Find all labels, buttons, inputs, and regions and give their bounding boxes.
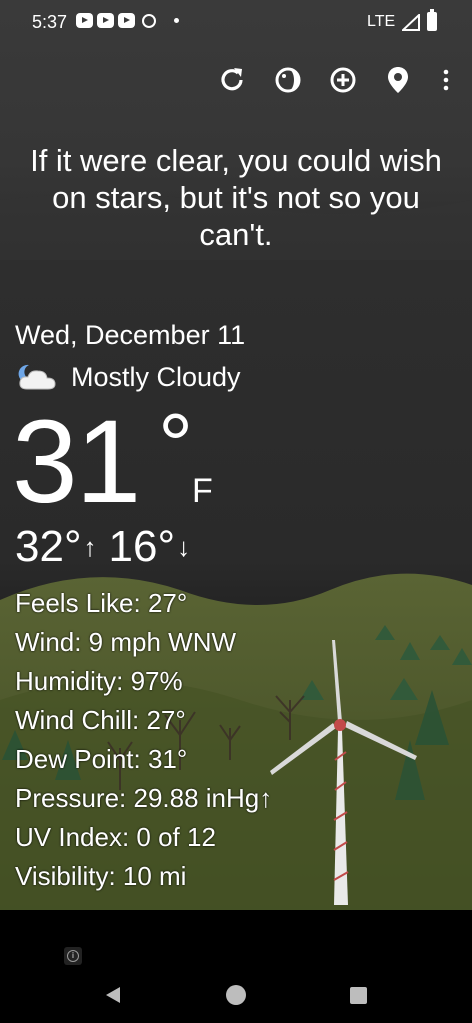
- refresh-button[interactable]: [214, 62, 250, 98]
- info-icon: i: [67, 950, 79, 962]
- temperature-unit: F: [192, 472, 213, 510]
- alarm-icon: [142, 13, 156, 28]
- wind: Wind: 9 mph WNW: [15, 627, 237, 657]
- high-temperature: 32°: [15, 522, 82, 571]
- condition-text: Mostly Cloudy: [71, 361, 241, 392]
- youtube-notification-icon: [97, 13, 114, 28]
- low-temperature: 16°: [108, 522, 176, 571]
- back-icon: [106, 987, 120, 1003]
- weather-screen: 5:37 LTE If it were clear, you could wis…: [0, 0, 472, 1023]
- pressure: Pressure: 29.88 inHg↑: [15, 783, 273, 813]
- back-button[interactable]: [103, 985, 123, 1005]
- theme-icon: [275, 67, 301, 93]
- uv-index: UV Index: 0 of 12: [15, 822, 216, 852]
- low-arrow-icon: ↓: [177, 532, 191, 562]
- visibility: Visibility: 10 mi: [15, 861, 187, 891]
- overflow-menu-button[interactable]: [428, 62, 464, 98]
- forecast-date: Wed, December 11: [15, 320, 246, 350]
- battery-icon: [427, 9, 437, 31]
- network-type: LTE: [367, 13, 396, 30]
- high-low-temperatures: 32° ↑ 16° ↓: [15, 522, 202, 572]
- status-bar: 5:37 LTE: [0, 0, 472, 46]
- humidity: Humidity: 97%: [15, 666, 183, 696]
- condition-row: Mostly Cloudy: [15, 360, 241, 394]
- more-notifications-dot-icon: [174, 18, 179, 23]
- refresh-icon: [221, 68, 243, 91]
- youtube-notification-icon: [76, 13, 93, 28]
- home-button[interactable]: [226, 985, 246, 1005]
- weather-quote: If it were clear, you could wish on star…: [30, 143, 442, 252]
- status-time: 5:37: [32, 12, 68, 32]
- degree-symbol: °: [158, 395, 194, 494]
- add-location-button[interactable]: [325, 62, 361, 98]
- weather-details: Feels Like: 27° Wind: 9 mph WNW Humidity…: [15, 584, 272, 896]
- dew-point: Dew Point: 31°: [15, 744, 188, 774]
- notification-icons: [76, 13, 179, 28]
- info-button[interactable]: i: [64, 947, 82, 965]
- partly-cloudy-night-icon: [18, 364, 56, 390]
- theme-button[interactable]: [270, 62, 306, 98]
- signal-icon: [402, 14, 420, 31]
- feels-like: Feels Like: 27°: [15, 588, 188, 618]
- location-pin-icon: [388, 67, 408, 93]
- overflow-menu-icon: [443, 69, 449, 91]
- recent-apps-button[interactable]: [350, 987, 367, 1004]
- high-arrow-icon: ↑: [83, 532, 97, 562]
- location-button[interactable]: [380, 62, 416, 98]
- youtube-notification-icon: [118, 13, 135, 28]
- current-temperature: 31: [12, 396, 141, 528]
- add-location-icon: [330, 67, 356, 93]
- bottom-area: i: [0, 910, 472, 1023]
- wind-chill: Wind Chill: 27°: [15, 705, 186, 735]
